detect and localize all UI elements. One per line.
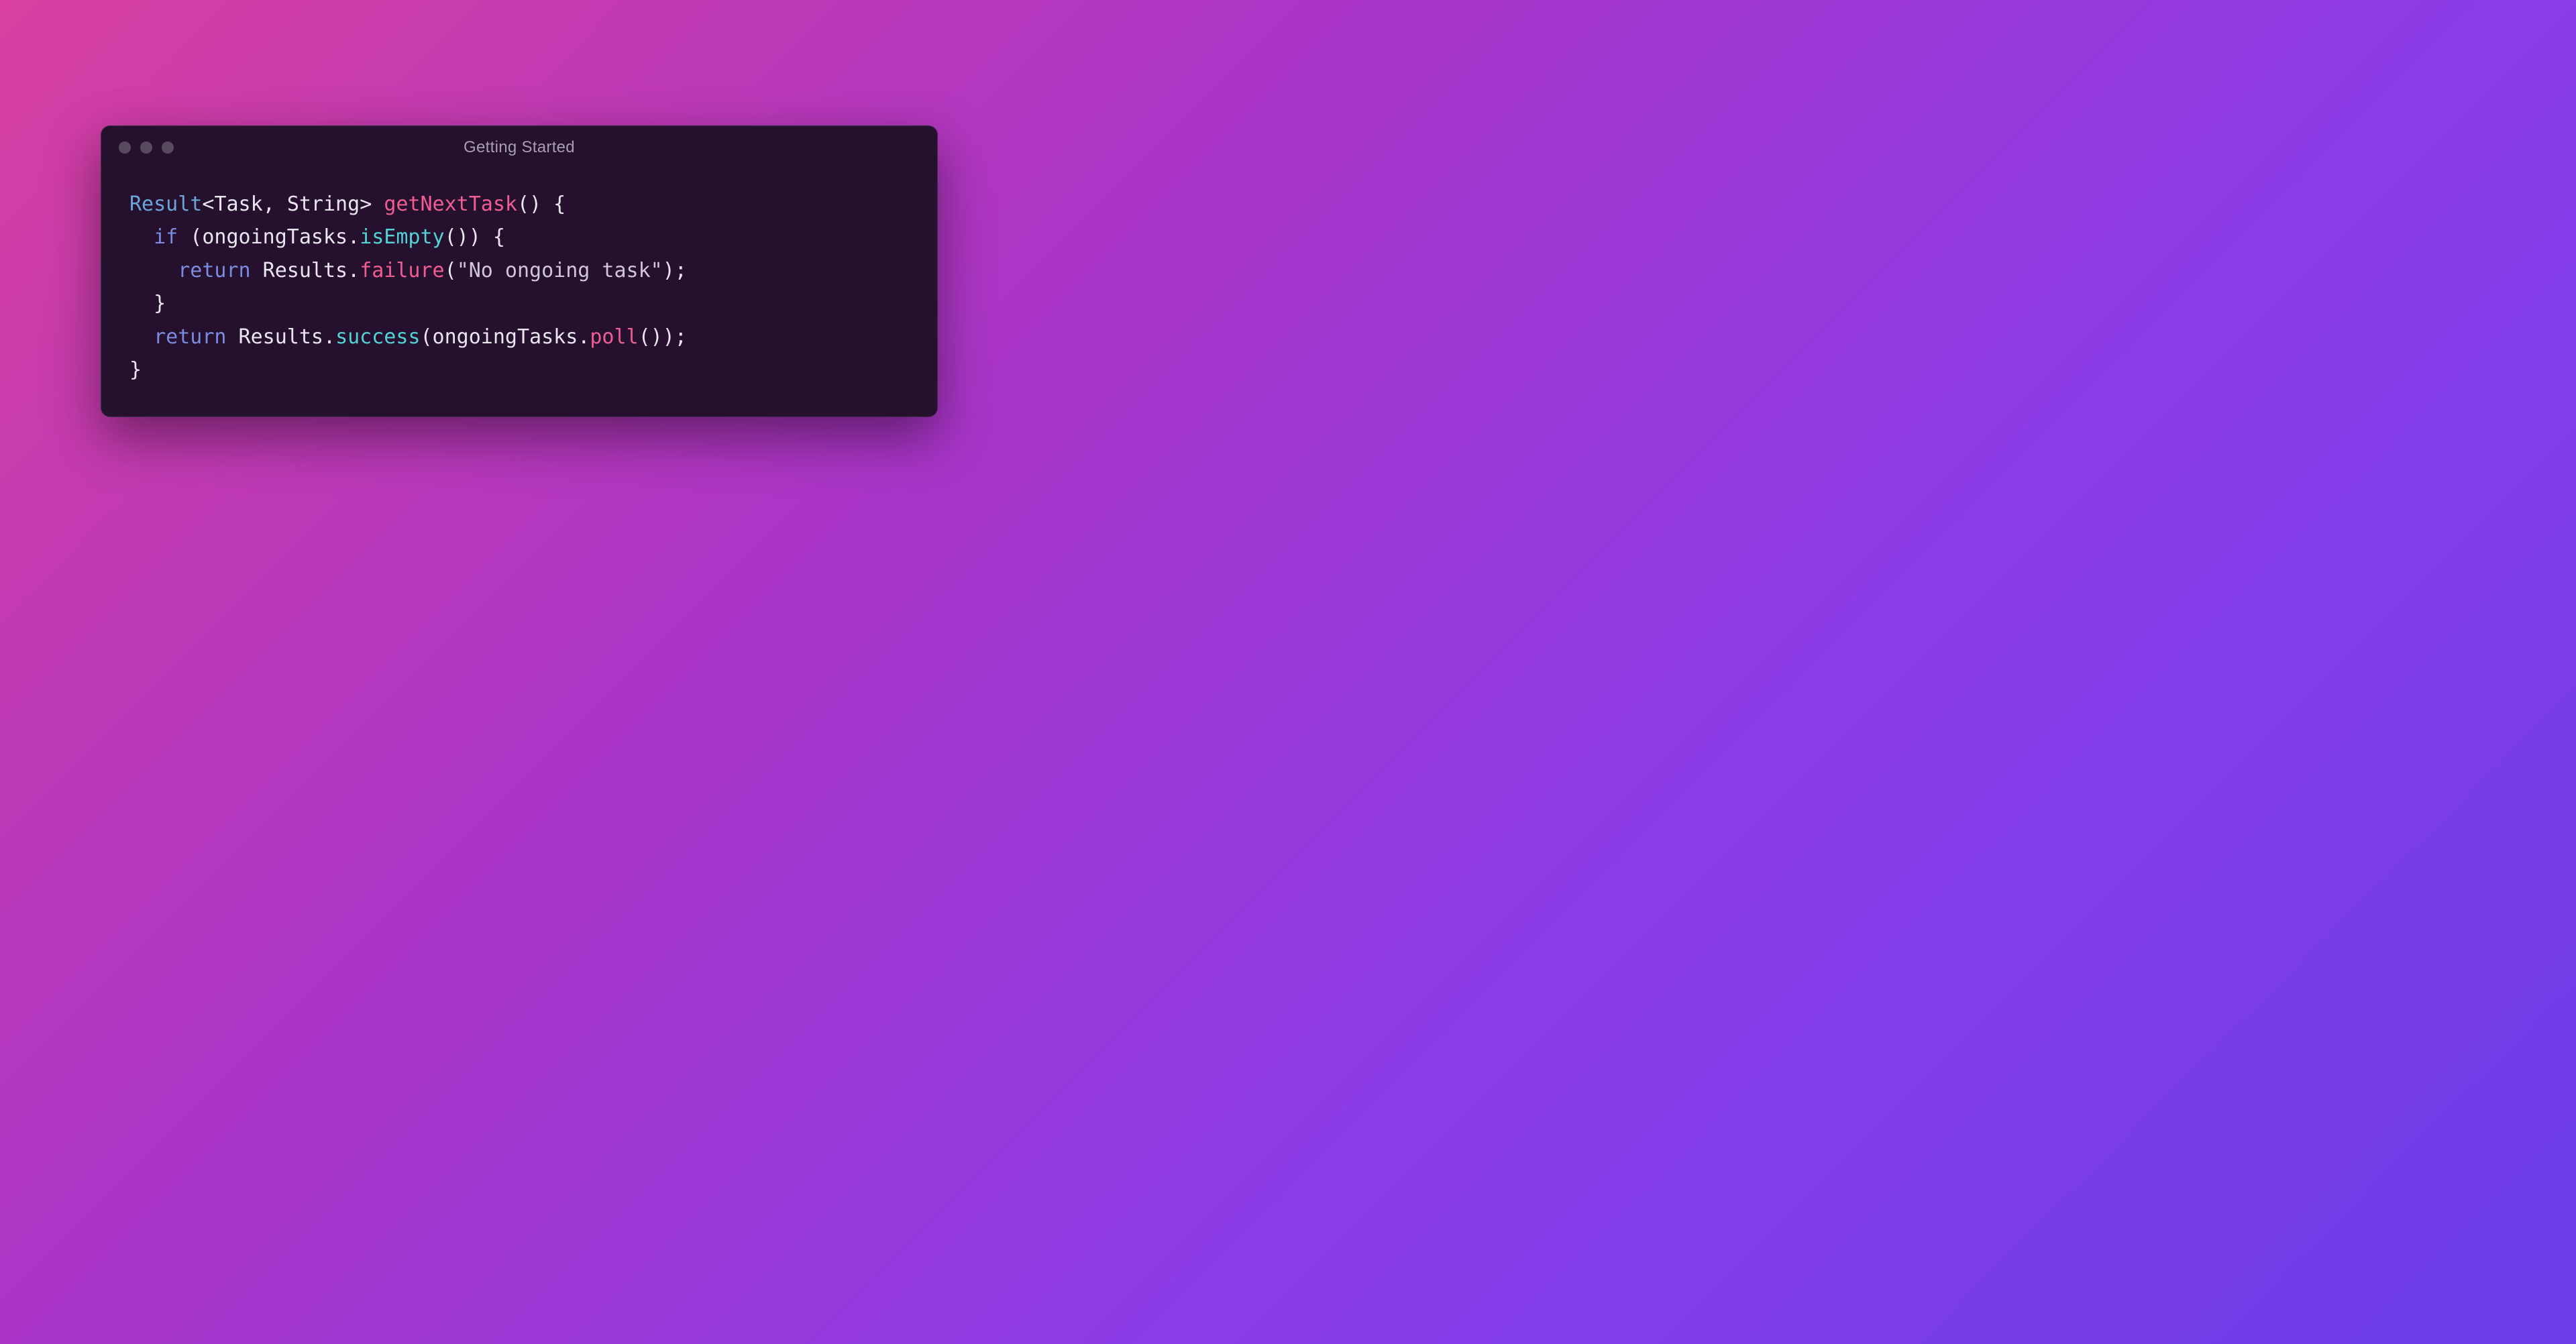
code-token: } bbox=[129, 292, 166, 315]
code-token: ()); bbox=[639, 325, 687, 349]
code-token: Result bbox=[129, 192, 202, 216]
code-token: String bbox=[287, 192, 360, 216]
code-token: return bbox=[154, 325, 226, 349]
code-token: Results. bbox=[227, 325, 336, 349]
window-titlebar: Getting Started bbox=[101, 126, 937, 169]
code-token: poll bbox=[590, 325, 638, 349]
zoom-dot-icon[interactable] bbox=[162, 142, 174, 154]
code-content: Result<Task, String> getNextTask() { if … bbox=[129, 188, 909, 387]
code-token bbox=[129, 259, 178, 282]
code-area[interactable]: Result<Task, String> getNextTask() { if … bbox=[101, 169, 937, 416]
code-token: success bbox=[335, 325, 420, 349]
code-token: if bbox=[154, 225, 178, 249]
code-token: (ongoingTasks. bbox=[178, 225, 360, 249]
code-token: ()) { bbox=[445, 225, 505, 249]
window-title: Getting Started bbox=[101, 138, 937, 157]
code-token bbox=[129, 225, 154, 249]
code-token: Results. bbox=[251, 259, 360, 282]
code-window: Getting Started Result<Task, String> get… bbox=[101, 125, 938, 417]
code-token: (ongoingTasks. bbox=[421, 325, 590, 349]
code-token: getNextTask bbox=[384, 192, 517, 216]
code-token: > bbox=[360, 192, 384, 216]
minimize-dot-icon[interactable] bbox=[140, 142, 152, 154]
code-token bbox=[129, 325, 154, 349]
code-token: failure bbox=[360, 259, 444, 282]
code-token: return bbox=[178, 259, 250, 282]
code-token: } bbox=[129, 358, 142, 382]
code-token: "No ongoing task" bbox=[457, 259, 663, 282]
code-token: () { bbox=[517, 192, 566, 216]
code-token: ); bbox=[663, 259, 687, 282]
close-dot-icon[interactable] bbox=[119, 142, 131, 154]
traffic-lights bbox=[119, 142, 174, 154]
code-token: isEmpty bbox=[360, 225, 444, 249]
code-token: ( bbox=[445, 259, 457, 282]
code-token: , bbox=[263, 192, 287, 216]
code-token: Task bbox=[214, 192, 262, 216]
code-token: < bbox=[202, 192, 214, 216]
